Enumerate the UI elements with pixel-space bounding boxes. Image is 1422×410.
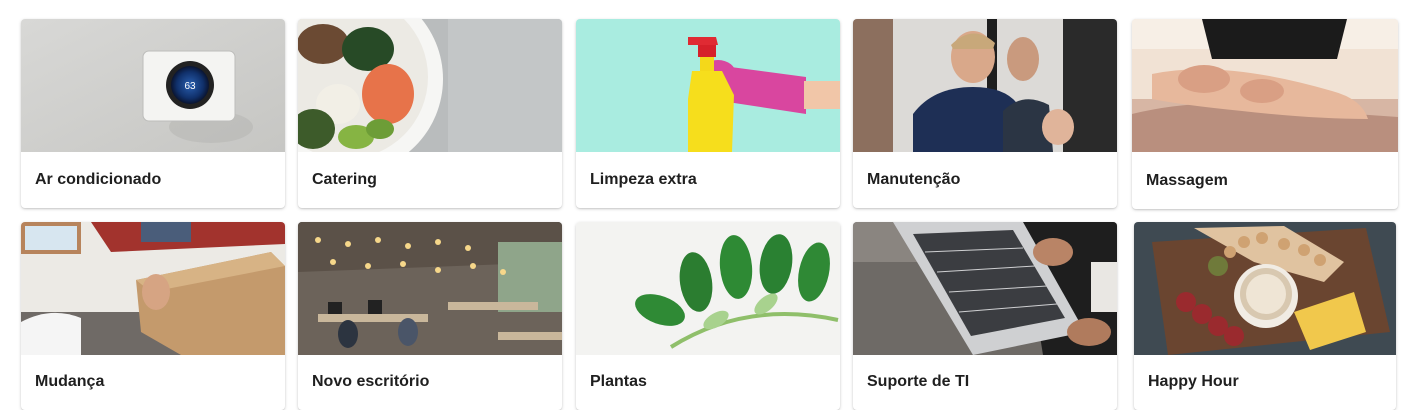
service-card-happy-hour[interactable]: Happy Hour	[1134, 222, 1396, 410]
service-card-plantas[interactable]: Plantas	[576, 222, 840, 410]
service-card-manutencao[interactable]: Manutenção	[853, 19, 1117, 208]
moving-box-photo	[21, 222, 285, 355]
service-card-limpeza-extra[interactable]: Limpeza extra	[576, 19, 840, 208]
maintenance-worker-photo	[853, 19, 1117, 152]
service-label: Massagem	[1146, 172, 1228, 189]
thermostat-photo: 63	[21, 19, 285, 152]
service-label: Happy Hour	[1148, 373, 1239, 390]
service-grid: 63 Ar condicionado Catering Limpeza extr…	[0, 0, 1422, 410]
spray-bottle-photo	[576, 19, 840, 152]
plant-branch-photo	[576, 222, 840, 355]
service-card-catering[interactable]: Catering	[298, 19, 562, 208]
service-label: Manutenção	[867, 171, 961, 188]
laptop-photo	[853, 222, 1117, 355]
service-label: Novo escritório	[312, 373, 430, 390]
service-label: Mudança	[35, 373, 105, 390]
service-label: Limpeza extra	[590, 171, 697, 188]
service-card-novo-escritorio[interactable]: Novo escritório	[298, 222, 562, 410]
service-card-massagem[interactable]: Massagem	[1132, 19, 1398, 209]
service-label: Plantas	[590, 373, 647, 390]
thermostat-reading: 63	[184, 81, 196, 92]
drinks-board-photo	[1134, 222, 1396, 355]
service-card-suporte-de-ti[interactable]: Suporte de TI	[853, 222, 1117, 410]
food-bowl-photo	[298, 19, 562, 152]
service-card-mudanca[interactable]: Mudança	[21, 222, 285, 410]
massage-photo	[1132, 19, 1398, 152]
service-label: Catering	[312, 171, 377, 188]
service-label: Suporte de TI	[867, 373, 970, 390]
office-space-photo	[298, 222, 562, 355]
service-label: Ar condicionado	[35, 171, 162, 188]
service-card-ar-condicionado[interactable]: 63 Ar condicionado	[21, 19, 285, 208]
